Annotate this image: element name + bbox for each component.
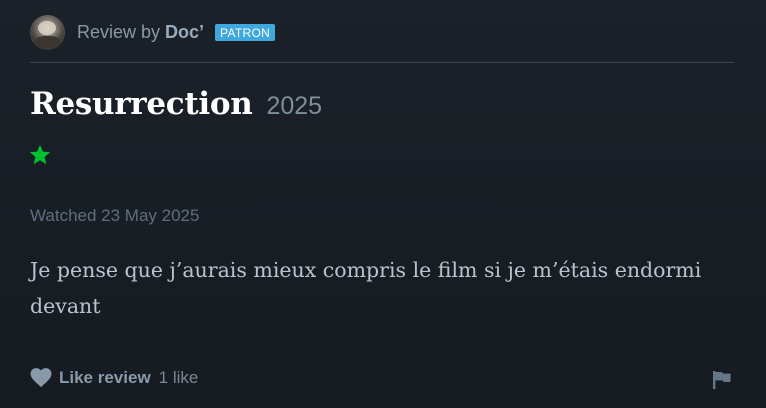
like-count[interactable]: 1 like [159,368,199,388]
review-body: Je pense que j’aurais mieux compris le f… [30,258,702,318]
review-byline: Review by Doc’ PATRON [77,21,276,43]
divider [30,62,734,63]
review-actions: Like review 1 like [30,368,198,388]
like-review-button[interactable]: Like review [30,368,151,388]
author-name[interactable]: Doc’ [165,22,204,43]
avatar[interactable] [30,14,65,50]
review-by-label: Review by [77,21,161,42]
watched-date: Watched 23 May 2025 [30,206,200,225]
like-review-label: Like review [59,368,151,387]
star-icon [29,144,51,165]
flag-icon[interactable] [712,370,732,390]
film-title[interactable]: Resurrection [30,86,253,122]
star-rating-icon [29,144,51,165]
review-header: Review by Doc’ PATRON [30,14,734,50]
patron-badge: PATRON [215,23,276,41]
film-heading: Resurrection 2025 [30,86,322,122]
film-year[interactable]: 2025 [266,92,322,121]
heart-icon [30,368,52,388]
